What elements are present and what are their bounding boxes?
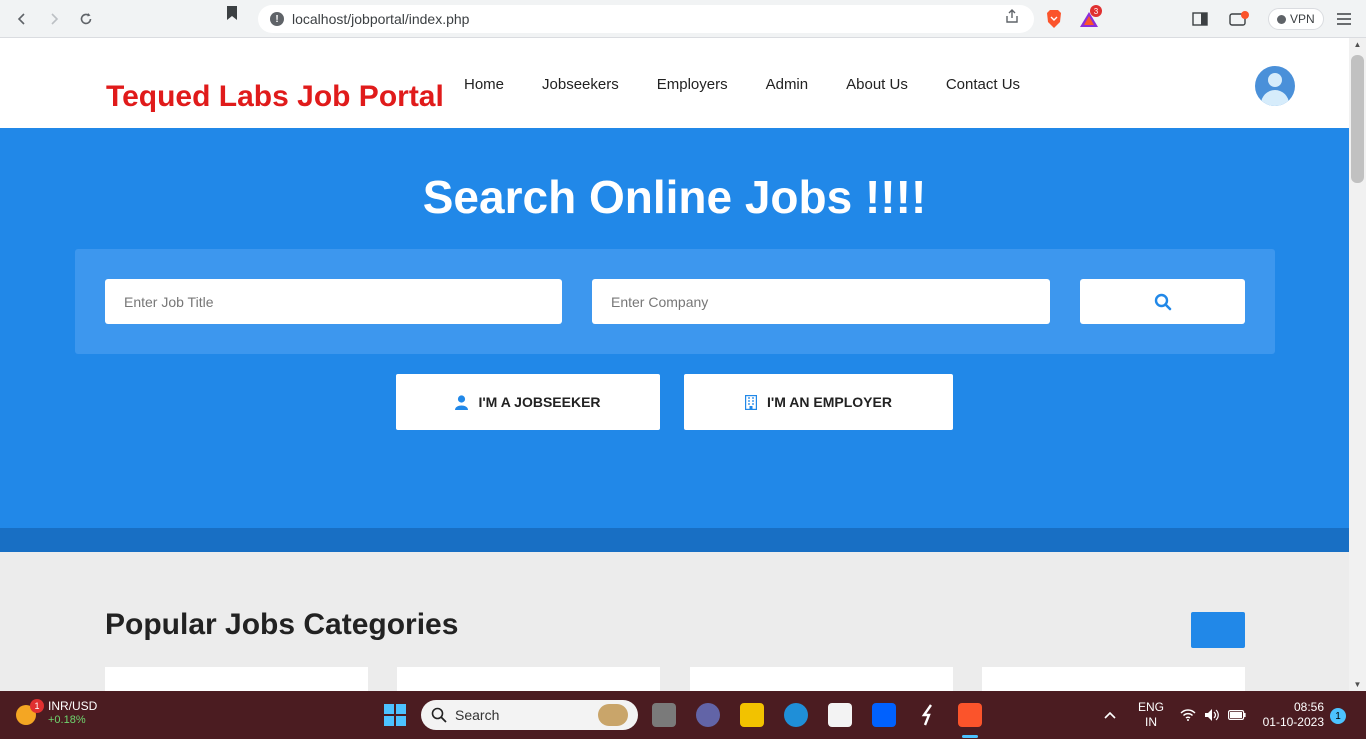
vpn-button[interactable]: VPN [1268,8,1324,30]
category-card[interactable] [982,667,1245,691]
scrollbar-thumb[interactable] [1351,55,1364,183]
stock-name: INR/USD [48,699,98,713]
hero-divider-band [0,528,1349,552]
reload-icon [80,13,92,25]
section-title: Popular Jobs Categories [105,608,459,641]
wallet-button[interactable] [1228,8,1250,30]
brave-rewards-button[interactable]: 3 [1078,5,1102,30]
back-button[interactable] [6,3,38,35]
rewards-badge: 3 [1090,5,1102,17]
brave-shields-button[interactable] [1043,8,1065,30]
building-icon [745,394,758,410]
windows-start-icon[interactable] [384,704,406,726]
nav-admin[interactable]: Admin [766,76,809,93]
category-card[interactable] [690,667,953,691]
hero-section: Search Online Jobs !!!! I'M A JOBSEEKER … [0,128,1349,528]
search-icon [431,707,447,723]
microsoft-store-icon[interactable] [828,703,852,727]
active-app-indicator [962,735,978,738]
employer-button[interactable]: I'M AN EMPLOYER [684,374,953,430]
category-card[interactable] [105,667,368,691]
chat-app-icon[interactable] [696,703,720,727]
language-indicator[interactable]: ENG IN [1138,700,1164,730]
site-logo[interactable]: Tequed Labs Job Portal [106,80,444,114]
windows-taskbar: 1 INR/USD +0.18% Search ENG IN 08:56 01-… [0,691,1366,739]
notification-badge[interactable]: 1 [1330,708,1346,724]
back-arrow-icon [17,13,25,25]
scroll-up-arrow-icon[interactable]: ▲ [1349,40,1366,49]
browser-toolbar: ! localhost/jobportal/index.php 3 VPN [0,0,1366,38]
sidebar-icon [1192,12,1208,26]
reload-button[interactable] [70,3,102,35]
section-action-button[interactable] [1191,612,1245,648]
page-viewport: Tequed Labs Job Portal Home Jobseekers E… [0,38,1349,691]
wifi-icon [1180,709,1196,721]
stock-widget-icon: 1 [16,698,44,725]
jobseeker-label: I'M A JOBSEEKER [478,394,601,410]
browser-menu-button[interactable] [1333,8,1355,30]
search-icon [1154,293,1171,310]
address-bar[interactable]: ! localhost/jobportal/index.php [258,5,1034,33]
nav-jobseekers[interactable]: Jobseekers [542,76,619,93]
job-title-input[interactable] [105,279,562,324]
site-info-icon[interactable]: ! [270,12,284,26]
nav-employers[interactable]: Employers [657,76,728,93]
task-view-icon[interactable] [652,703,676,727]
search-button[interactable] [1080,279,1245,324]
hero-title: Search Online Jobs !!!! [422,171,927,223]
url-text: localhost/jobportal/index.php [292,11,470,27]
brave-browser-icon[interactable] [958,703,982,727]
chevron-up-icon [1104,711,1116,719]
sublime-app-icon[interactable] [916,703,940,727]
company-input[interactable] [592,279,1050,324]
stock-badge: 1 [30,698,44,713]
bookmark-button[interactable] [226,6,238,25]
main-nav: Home Jobseekers Employers Admin About Us… [464,76,1020,93]
bookmark-icon [227,6,237,20]
user-avatar-icon[interactable] [1255,66,1295,106]
taskbar-search[interactable]: Search [421,700,638,730]
wallet-icon [1229,11,1249,26]
brave-lion-icon [1047,10,1061,28]
taskbar-clock[interactable]: 08:56 01-10-2023 [1258,700,1324,730]
site-header: Tequed Labs Job Portal Home Jobseekers E… [0,38,1349,128]
search-panel [75,249,1275,354]
clock-date: 01-10-2023 [1262,715,1324,729]
hamburger-menu-icon [1337,13,1351,25]
category-card[interactable] [397,667,660,691]
nav-home[interactable]: Home [464,76,504,93]
clock-time: 08:56 [1293,700,1324,714]
user-icon [455,394,469,410]
file-explorer-icon[interactable] [740,703,764,727]
share-icon [1006,9,1018,23]
battery-icon [1228,710,1246,720]
language-code: ENG [1138,700,1165,714]
vpn-label: VPN [1290,12,1315,26]
nav-contact-us[interactable]: Contact Us [946,76,1020,93]
taskbar-search-label: Search [455,707,500,723]
forward-arrow-icon [51,13,59,25]
edge-browser-icon[interactable] [784,703,808,727]
forward-button[interactable] [38,3,70,35]
region-code: IN [1145,715,1157,729]
stock-change: +0.18% [48,714,86,726]
dropbox-icon[interactable] [872,703,896,727]
page-scrollbar[interactable]: ▲ ▼ [1349,38,1366,691]
show-hidden-icons-button[interactable] [1104,691,1116,739]
vpn-status-icon [1277,14,1286,24]
jobseeker-button[interactable]: I'M A JOBSEEKER [396,374,660,430]
stock-widget[interactable]: 1 INR/USD +0.18% [16,698,98,726]
system-tray-icons[interactable] [1180,691,1246,739]
employer-label: I'M AN EMPLOYER [767,394,892,410]
share-button[interactable] [1004,8,1020,27]
volume-icon [1205,709,1219,721]
nav-about-us[interactable]: About Us [846,76,908,93]
sidebar-toggle-button[interactable] [1189,8,1211,30]
search-highlight-icon [598,704,628,726]
scroll-down-arrow-icon[interactable]: ▼ [1349,680,1366,689]
